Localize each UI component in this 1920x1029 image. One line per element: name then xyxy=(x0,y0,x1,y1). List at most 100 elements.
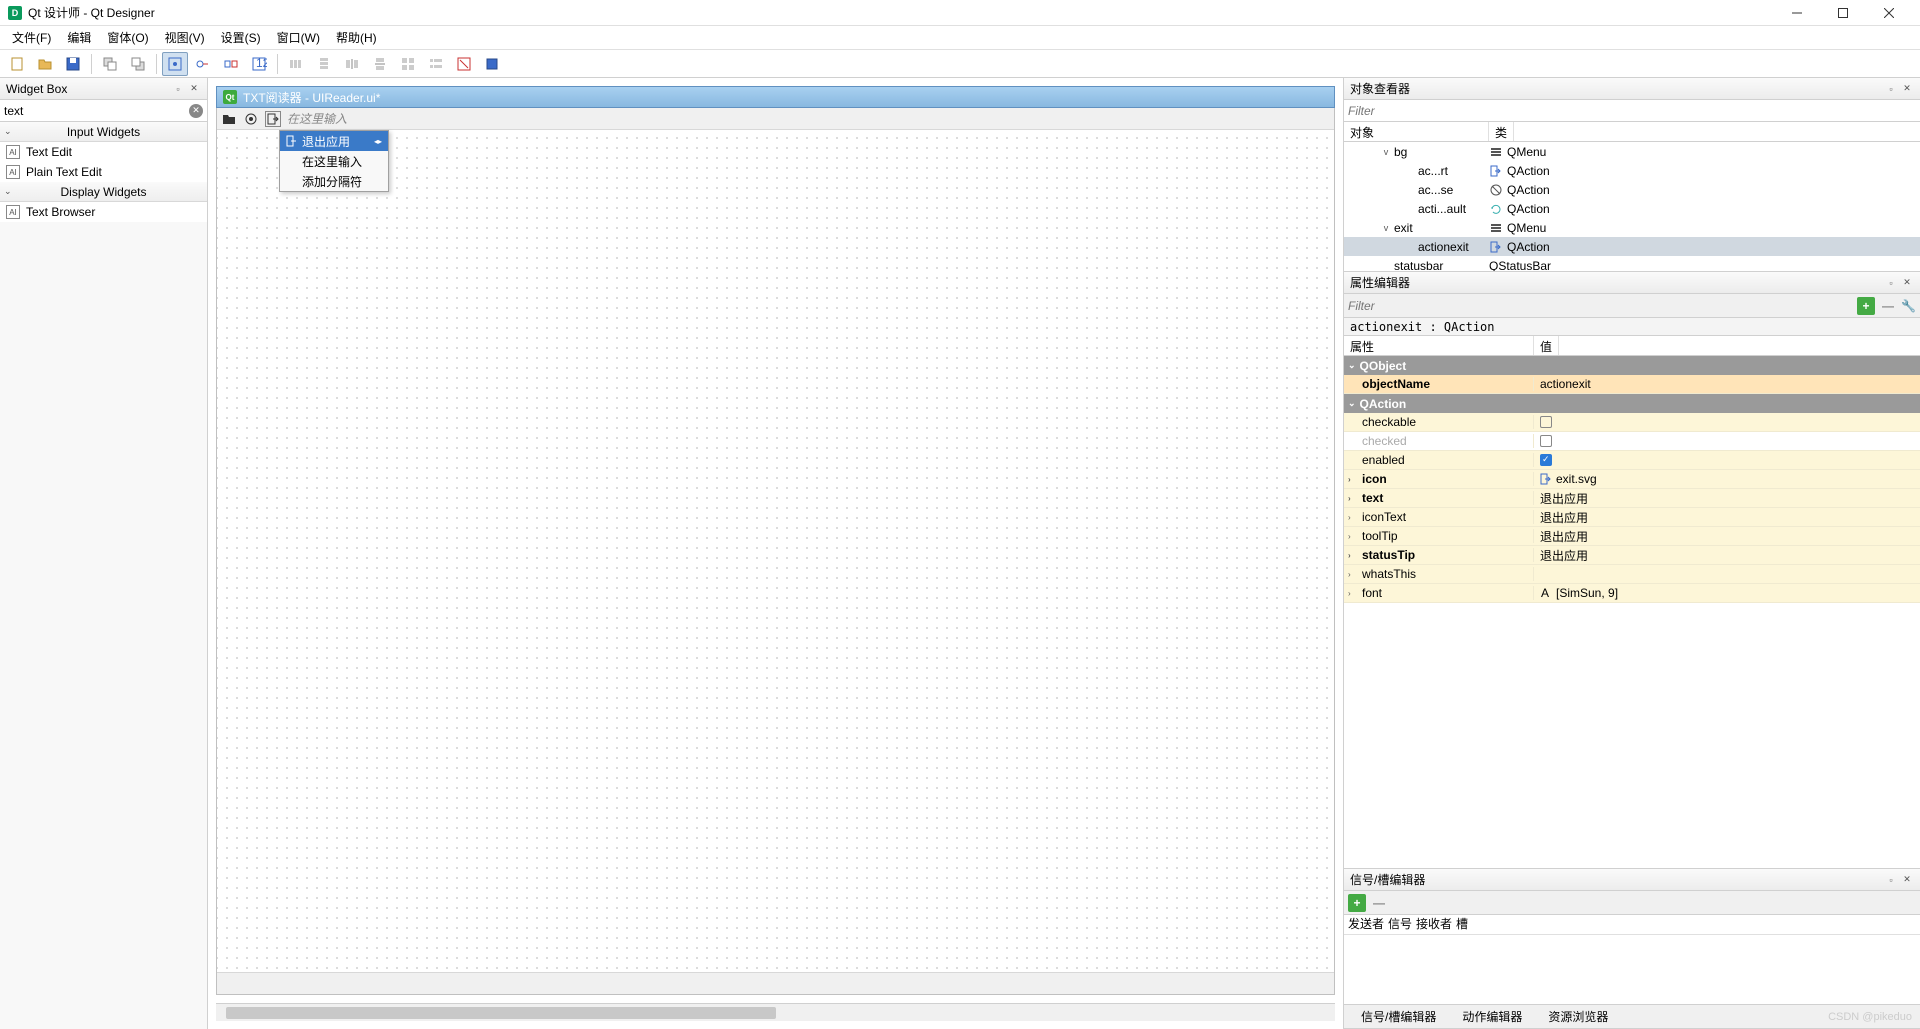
edit-tab-order-button[interactable]: 12 xyxy=(246,52,272,76)
column-value[interactable]: 值 xyxy=(1534,336,1559,355)
tab-action-editor[interactable]: 动作编辑器 xyxy=(1449,1004,1535,1029)
menu-placeholder[interactable]: 在这里输入 xyxy=(287,110,347,127)
layout-vertical-button[interactable] xyxy=(311,52,337,76)
property-row[interactable]: ›iconText退出应用 xyxy=(1344,508,1920,527)
menu-settings[interactable]: 设置(S) xyxy=(213,27,269,48)
expand-icon[interactable]: › xyxy=(1348,475,1358,484)
expand-icon[interactable]: › xyxy=(1348,494,1358,503)
object-tree[interactable]: vbgQMenuac...rtQActionac...seQActionacti… xyxy=(1344,142,1920,271)
close-icon[interactable]: ✕ xyxy=(1900,276,1914,290)
menu-file[interactable]: 文件(F) xyxy=(4,27,59,48)
expand-icon[interactable]: › xyxy=(1348,589,1358,598)
remove-connection-icon[interactable]: — xyxy=(1370,894,1388,912)
maximize-button[interactable] xyxy=(1820,0,1866,26)
checkbox[interactable] xyxy=(1540,435,1552,447)
float-icon[interactable]: ▫ xyxy=(1884,873,1898,887)
property-row[interactable]: ›whatsThis xyxy=(1344,565,1920,584)
break-layout-button[interactable] xyxy=(451,52,477,76)
widget-text-edit[interactable]: AI Text Edit xyxy=(0,142,207,162)
property-group[interactable]: ⌄ QAction xyxy=(1344,394,1920,413)
property-row[interactable]: ›statusTip退出应用 xyxy=(1344,546,1920,565)
object-row[interactable]: ac...rtQAction xyxy=(1344,161,1920,180)
category-input-widgets[interactable]: ⌄ Input Widgets xyxy=(0,122,207,142)
adjust-size-button[interactable] xyxy=(479,52,505,76)
layout-v-splitter-button[interactable] xyxy=(367,52,393,76)
column-signal[interactable]: 信号 xyxy=(1388,915,1412,934)
expand-icon[interactable]: › xyxy=(1348,532,1358,541)
property-row[interactable]: ›iconexit.svg xyxy=(1344,470,1920,489)
close-icon[interactable]: ✕ xyxy=(1900,82,1914,96)
property-table[interactable]: ⌄ QObjectobjectNameactionexit⌄ QActionch… xyxy=(1344,356,1920,868)
column-receiver[interactable]: 接收者 xyxy=(1416,915,1452,934)
widget-text-browser[interactable]: AI Text Browser xyxy=(0,202,207,222)
signal-list[interactable] xyxy=(1344,935,1920,1004)
new-button[interactable] xyxy=(4,52,30,76)
layout-horizontal-button[interactable] xyxy=(283,52,309,76)
expand-icon[interactable]: › xyxy=(1348,570,1358,579)
tree-toggle[interactable]: v xyxy=(1380,147,1392,157)
widget-plain-text-edit[interactable]: AI Plain Text Edit xyxy=(0,162,207,182)
float-icon[interactable]: ▫ xyxy=(171,82,185,96)
property-row[interactable]: ›fontA[SimSun, 9] xyxy=(1344,584,1920,603)
folder-icon[interactable] xyxy=(221,111,237,127)
property-row[interactable]: enabled xyxy=(1344,451,1920,470)
layout-form-button[interactable] xyxy=(423,52,449,76)
send-back-button[interactable] xyxy=(97,52,123,76)
widget-search-input[interactable] xyxy=(4,104,189,118)
float-icon[interactable]: ▫ xyxy=(1884,82,1898,96)
menu-view[interactable]: 视图(V) xyxy=(157,27,213,48)
form-body[interactable]: 在这里输入 退出应用 ◂▸ 在这里输入 添加分隔符 xyxy=(216,108,1335,995)
edit-buddies-button[interactable] xyxy=(218,52,244,76)
layout-h-splitter-button[interactable] xyxy=(339,52,365,76)
float-icon[interactable]: ▫ xyxy=(1884,276,1898,290)
exit-menu-icon[interactable] xyxy=(265,111,281,127)
form-titlebar[interactable]: Qt TXT阅读器 - UIReader.ui* xyxy=(216,86,1335,108)
property-row[interactable]: ›toolTip退出应用 xyxy=(1344,527,1920,546)
object-row[interactable]: vexitQMenu xyxy=(1344,218,1920,237)
bring-front-button[interactable] xyxy=(125,52,151,76)
config-icon[interactable]: 🔧 xyxy=(1901,299,1916,313)
close-button[interactable] xyxy=(1866,0,1912,26)
category-display-widgets[interactable]: ⌄ Display Widgets xyxy=(0,182,207,202)
gear-icon[interactable] xyxy=(243,111,259,127)
checkbox[interactable] xyxy=(1540,416,1552,428)
close-icon[interactable]: ✕ xyxy=(187,82,201,96)
remove-property-icon[interactable]: — xyxy=(1879,297,1897,315)
form-menubar[interactable]: 在这里输入 xyxy=(217,108,1334,130)
column-sender[interactable]: 发送者 xyxy=(1348,915,1384,934)
context-exit-app[interactable]: 退出应用 ◂▸ xyxy=(280,131,388,151)
column-property[interactable]: 属性 xyxy=(1344,336,1534,355)
add-connection-icon[interactable]: + xyxy=(1348,894,1366,912)
open-button[interactable] xyxy=(32,52,58,76)
add-property-icon[interactable]: + xyxy=(1857,297,1875,315)
edit-widgets-button[interactable] xyxy=(162,52,188,76)
column-class[interactable]: 类 xyxy=(1489,122,1514,141)
scrollbar-thumb[interactable] xyxy=(226,1007,776,1019)
object-row[interactable]: actionexitQAction xyxy=(1344,237,1920,256)
context-add-separator[interactable]: 添加分隔符 xyxy=(280,171,388,191)
object-row[interactable]: acti...aultQAction xyxy=(1344,199,1920,218)
horizontal-scrollbar[interactable] xyxy=(216,1003,1335,1021)
save-button[interactable] xyxy=(60,52,86,76)
object-row[interactable]: ac...seQAction xyxy=(1344,180,1920,199)
object-filter-input[interactable] xyxy=(1348,100,1916,121)
property-row[interactable]: checked xyxy=(1344,432,1920,451)
tree-toggle[interactable]: v xyxy=(1380,223,1392,233)
close-icon[interactable]: ✕ xyxy=(1900,873,1914,887)
property-group[interactable]: ⌄ QObject xyxy=(1344,356,1920,375)
menu-window[interactable]: 窗口(W) xyxy=(269,27,328,48)
layout-grid-button[interactable] xyxy=(395,52,421,76)
column-slot[interactable]: 槽 xyxy=(1456,915,1468,934)
edit-signals-button[interactable] xyxy=(190,52,216,76)
expand-icon[interactable]: › xyxy=(1348,513,1358,522)
tab-signal-slot[interactable]: 信号/槽编辑器 xyxy=(1348,1004,1449,1029)
property-row[interactable]: checkable xyxy=(1344,413,1920,432)
property-filter-input[interactable] xyxy=(1348,299,1853,313)
column-object[interactable]: 对象 xyxy=(1344,122,1489,141)
property-row[interactable]: objectNameactionexit xyxy=(1344,375,1920,394)
context-type-here[interactable]: 在这里输入 xyxy=(280,151,388,171)
property-row[interactable]: ›text退出应用 xyxy=(1344,489,1920,508)
minimize-button[interactable] xyxy=(1774,0,1820,26)
checkbox[interactable] xyxy=(1540,454,1552,466)
object-row[interactable]: vbgQMenu xyxy=(1344,142,1920,161)
